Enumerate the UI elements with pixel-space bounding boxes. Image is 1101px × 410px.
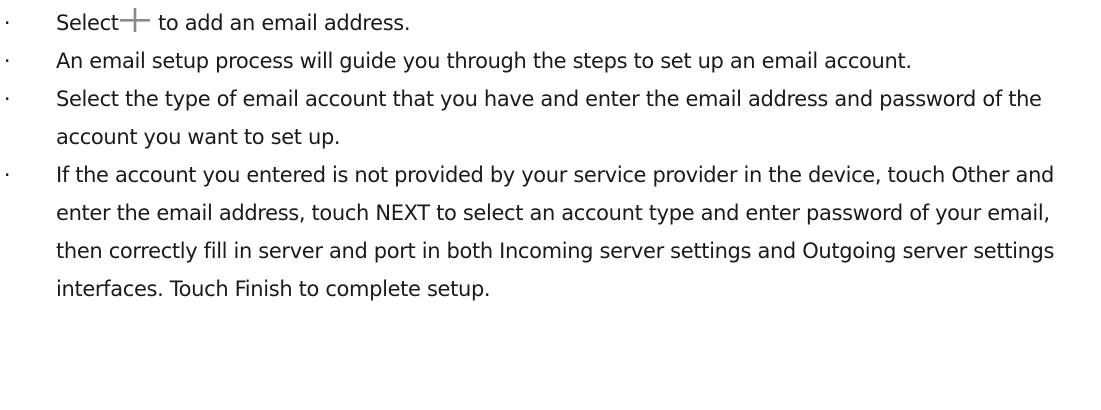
plus-icon (119, 8, 150, 32)
item-text-part4: to complete setup. (292, 277, 491, 301)
other-label: Other (951, 163, 1010, 187)
bullet-marker: · (3, 11, 11, 35)
item-text-part1: If the account you entered is not provid… (56, 163, 952, 187)
list-item: · An email setup process will guide you … (0, 42, 1101, 80)
item-text-add-email: to add an email address. (151, 11, 411, 35)
next-label: NEXT (375, 201, 430, 225)
item-text-select: Select (56, 11, 119, 35)
item-text: Select the type of email account that yo… (56, 87, 1042, 149)
list-item: · Select the type of email account that … (0, 80, 1101, 156)
finish-label: Finish (234, 277, 293, 301)
list-item: · Select to add an email address. (0, 4, 1101, 42)
bullet-marker: · (3, 163, 11, 187)
list-item: · If the account you entered is not prov… (0, 156, 1101, 308)
instruction-list: · Select to add an email address. · An e… (0, 4, 1101, 308)
bullet-marker: · (3, 87, 11, 111)
item-text: An email setup process will guide you th… (56, 49, 912, 73)
bullet-marker: · (3, 49, 11, 73)
